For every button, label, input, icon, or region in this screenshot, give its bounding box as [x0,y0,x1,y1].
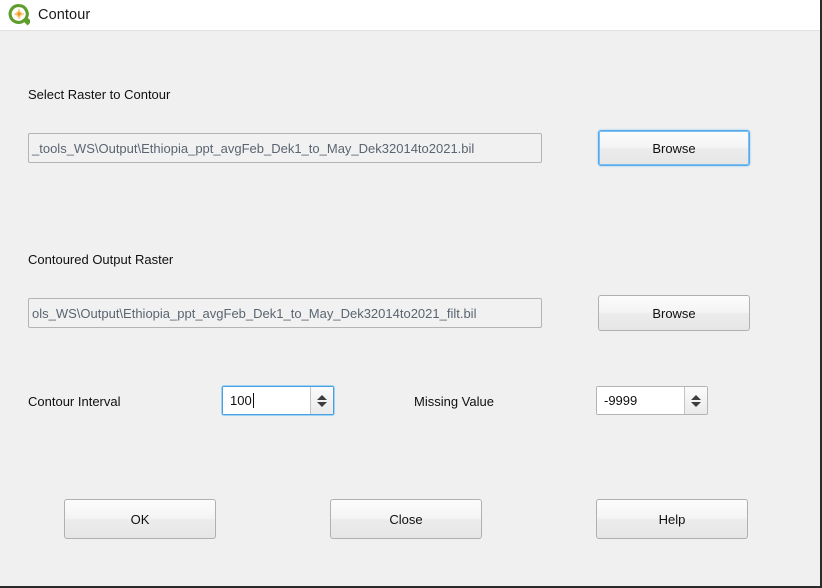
missing-value-stepper[interactable] [684,387,707,414]
contour-interval-label: Contour Interval [28,394,121,409]
spinner-down-icon[interactable] [317,402,327,407]
missing-value-label: Missing Value [414,394,494,409]
contour-dialog: Contour Select Raster to Contour _tools_… [0,0,822,588]
contour-interval-stepper[interactable] [310,387,333,414]
browse-input-button[interactable]: Browse [598,130,750,166]
missing-value-spinbox[interactable]: -9999 [596,386,708,415]
title-bar: Contour [0,0,820,31]
spinner-up-icon[interactable] [691,395,701,400]
help-button[interactable]: Help [596,499,748,539]
missing-value-input[interactable]: -9999 [597,387,684,414]
close-button[interactable]: Close [330,499,482,539]
ok-button[interactable]: OK [64,499,216,539]
browse-output-button[interactable]: Browse [598,295,750,331]
output-raster-label: Contoured Output Raster [28,252,173,267]
input-raster-path-text: _tools_WS\Output\Ethiopia_ppt_avgFeb_Dek… [28,141,474,156]
contour-interval-input[interactable]: 100 [223,387,310,414]
dialog-body: Select Raster to Contour _tools_WS\Outpu… [0,32,820,586]
contour-interval-value: 100 [230,393,252,408]
missing-value-value: -9999 [604,393,637,408]
output-raster-path-field[interactable]: ols_WS\Output\Ethiopia_ppt_avgFeb_Dek1_t… [28,298,542,328]
input-raster-label: Select Raster to Contour [28,87,170,102]
spinner-up-icon[interactable] [317,395,327,400]
contour-interval-spinbox[interactable]: 100 [222,386,334,415]
spinner-down-icon[interactable] [691,402,701,407]
input-raster-path-field[interactable]: _tools_WS\Output\Ethiopia_ppt_avgFeb_Dek… [28,133,542,163]
output-raster-path-text: ols_WS\Output\Ethiopia_ppt_avgFeb_Dek1_t… [28,306,476,321]
text-caret [253,393,254,408]
window-title: Contour [38,7,90,23]
qgis-logo-icon [8,4,30,26]
